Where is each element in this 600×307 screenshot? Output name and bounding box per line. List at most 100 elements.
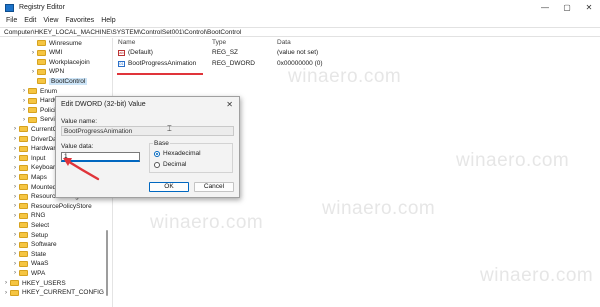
tree-item[interactable]: Select	[12, 220, 49, 230]
folder-icon	[19, 126, 28, 133]
minimize-button[interactable]: —	[534, 0, 556, 15]
tree-item[interactable]: › WMI	[30, 48, 62, 58]
tree-item[interactable]: Workplacejoin	[30, 57, 90, 67]
address-bar[interactable]: Computer\HKEY_LOCAL_MACHINE\SYSTEM\Contr…	[0, 27, 600, 37]
tree-item-label: Winresume	[49, 39, 82, 47]
folder-icon	[19, 251, 28, 258]
folder-icon	[37, 78, 46, 85]
tree-item[interactable]: › Enum	[21, 86, 57, 96]
cancel-button[interactable]: Cancel	[194, 182, 234, 192]
folder-icon	[10, 289, 19, 296]
chevron-right-icon[interactable]: ›	[3, 290, 9, 296]
chevron-right-icon[interactable]: ›	[21, 107, 27, 113]
folder-icon	[19, 184, 28, 190]
chevron-right-icon[interactable]: ›	[21, 98, 27, 104]
chevron-right-icon[interactable]: ›	[12, 270, 18, 276]
chevron-right-icon[interactable]: ›	[3, 280, 9, 286]
tree-item[interactable]: › WaaS	[12, 259, 48, 269]
tree-item[interactable]: BootControl	[30, 76, 88, 86]
tree-item-label: Input	[31, 154, 46, 162]
hexadecimal-label: Hexadecimal	[163, 150, 201, 157]
value-name: (Default)	[128, 49, 153, 56]
close-button[interactable]: ✕	[578, 0, 600, 15]
tree-item[interactable]: › RNG	[12, 211, 45, 221]
menu-edit[interactable]: Edit	[24, 17, 36, 24]
tree-item-label: WMI	[49, 49, 63, 57]
tree-item[interactable]: › Setup	[12, 230, 48, 240]
watermark: winaero.com	[456, 150, 570, 171]
menu-favorites[interactable]: Favorites	[65, 17, 94, 24]
hexadecimal-option[interactable]: Hexadecimal	[154, 149, 201, 158]
folder-icon	[19, 270, 28, 277]
ok-button[interactable]: OK	[149, 182, 189, 192]
tree-item[interactable]: › Software	[12, 240, 57, 250]
menu-bar: File Edit View Favorites Help	[0, 15, 600, 26]
value-type: REG_DWORD	[212, 60, 255, 67]
watermark: winaero.com	[480, 265, 594, 286]
value-name: BootProgressAnimation	[128, 60, 197, 67]
folder-icon	[19, 193, 28, 200]
maximize-button[interactable]: ▢	[556, 0, 578, 15]
chevron-right-icon[interactable]: ›	[12, 184, 18, 190]
column-data-header[interactable]: Data	[277, 39, 291, 46]
dialog-close-button[interactable]: ✕	[226, 100, 233, 109]
tree-item-label: WPA	[31, 269, 46, 277]
tree-item[interactable]: › HKEY_CURRENT_CONFIG	[3, 288, 104, 298]
column-name-header[interactable]: Name	[118, 39, 135, 46]
tree-scrollbar-thumb[interactable]	[106, 230, 108, 296]
dialog-title: Edit DWORD (32-bit) Value	[61, 101, 146, 108]
chevron-right-icon[interactable]: ›	[12, 174, 18, 180]
chevron-right-icon[interactable]: ›	[12, 155, 18, 161]
menu-view[interactable]: View	[43, 17, 58, 24]
tree-item-label: WaaS	[31, 260, 49, 268]
chevron-right-icon[interactable]: ›	[21, 88, 27, 94]
chevron-right-icon[interactable]: ›	[12, 136, 18, 142]
chevron-right-icon[interactable]: ›	[12, 203, 18, 209]
tree-item-label: BootControl	[49, 77, 88, 85]
chevron-right-icon[interactable]: ›	[30, 69, 36, 75]
chevron-right-icon[interactable]: ›	[12, 232, 18, 238]
chevron-right-icon[interactable]: ›	[12, 126, 18, 132]
tree-item-label: HKEY_USERS	[22, 279, 66, 287]
chevron-right-icon[interactable]: ›	[12, 213, 18, 219]
tree-item-label: Maps	[31, 173, 47, 181]
value-row[interactable]: ab (Default) REG_SZ (value not set)	[113, 48, 600, 58]
value-name-label: Value name:	[61, 118, 98, 125]
value-name-field[interactable]: BootProgressAnimation	[61, 126, 234, 136]
value-data-input[interactable]: 1	[61, 152, 140, 162]
tree-item[interactable]: › State	[12, 249, 46, 259]
chevron-right-icon[interactable]: ›	[12, 251, 18, 257]
tree-item[interactable]: › ResourcePolicyStore	[12, 201, 92, 211]
folder-icon	[19, 145, 28, 152]
annotation-underline	[117, 73, 203, 75]
chevron-right-icon[interactable]: ›	[30, 50, 36, 56]
folder-icon	[19, 232, 28, 238]
chevron-right-icon[interactable]: ›	[12, 165, 18, 171]
chevron-right-icon[interactable]: ›	[12, 194, 18, 200]
column-type-header[interactable]: Type	[212, 39, 226, 46]
tree-item[interactable]: Winresume	[30, 38, 82, 48]
menu-file[interactable]: File	[6, 17, 17, 24]
tree-item-label: Software	[31, 241, 57, 249]
decimal-option[interactable]: Decimal	[154, 160, 186, 169]
list-header: Name Type Data	[113, 38, 600, 48]
tree-item[interactable]: › WPA	[12, 268, 45, 278]
watermark: winaero.com	[150, 212, 264, 233]
tree-item[interactable]: › HKEY_USERS	[3, 278, 66, 288]
tree-item[interactable]: › Maps	[12, 172, 47, 182]
base-label: Base	[153, 140, 170, 147]
radio-selected-icon[interactable]	[154, 150, 160, 157]
string-value-icon: ab	[118, 50, 125, 56]
folder-icon	[19, 155, 28, 162]
folder-icon	[37, 68, 46, 75]
chevron-right-icon[interactable]: ›	[12, 146, 18, 152]
tree-item[interactable]: › Input	[12, 153, 45, 163]
chevron-right-icon[interactable]: ›	[21, 117, 27, 123]
menu-help[interactable]: Help	[101, 17, 115, 24]
folder-icon	[19, 164, 28, 171]
radio-icon[interactable]	[154, 161, 160, 168]
folder-icon	[19, 203, 28, 210]
chevron-right-icon[interactable]: ›	[12, 242, 18, 248]
tree-item[interactable]: › WPN	[30, 67, 64, 77]
chevron-right-icon[interactable]: ›	[12, 261, 18, 267]
